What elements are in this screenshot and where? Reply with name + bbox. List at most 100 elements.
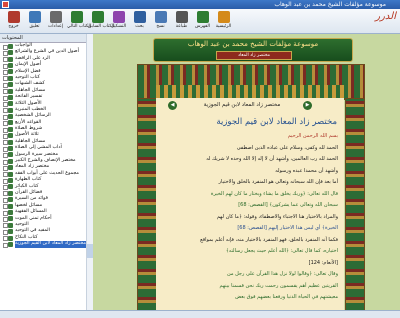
book-icon	[8, 101, 13, 107]
banner-title: موسوعة مؤلفات الشيخ محمد بن عبد الوهاب	[187, 40, 319, 48]
diacritics-icon	[112, 11, 125, 23]
app-logo: الدرر	[375, 11, 396, 22]
text-line: الحمد لله رب العالمين، وأشهد أن لا إله إ…	[206, 156, 338, 162]
text-line: القريتين عظيم أهم يقسمون رحمت ربك نحن قس…	[219, 282, 339, 289]
book-icon	[8, 62, 13, 68]
toc-scrollbar[interactable]	[86, 34, 93, 310]
index-icon	[196, 11, 209, 23]
book-icon	[8, 75, 13, 81]
print-button[interactable]: طباعة	[172, 10, 191, 32]
index-button[interactable]: الفهرس	[193, 10, 212, 32]
text-line: سبحان الله وتعالى عما يشركون﴾ [القصص: 68…	[238, 202, 338, 208]
text-line: قال الله تعالى: ﴿وربك يخلق ما يشاء ويختا…	[210, 190, 338, 197]
text-line: وأشهد أن محمدا عبده ورسوله	[275, 167, 338, 174]
book-icon	[8, 82, 13, 88]
toolbar-button-label: نسخ	[156, 24, 165, 29]
next-page-button[interactable]: ◀	[168, 101, 177, 110]
banner-subtitle: مختصر زاد المعاد	[216, 51, 292, 60]
book-icon	[8, 133, 13, 139]
text-line: اختياره، كما قال تعالى: ﴿الله أعلم حيث ي…	[225, 248, 338, 254]
text-line: الخيرة﴾ أي ليس هذا الاختيار إليهم [القصص…	[237, 225, 338, 231]
decorative-pillar-right	[345, 98, 365, 310]
book-icon	[8, 229, 13, 235]
settings-icon	[49, 11, 62, 23]
book-icon	[8, 216, 13, 222]
toolbar-button-label: تعليق	[29, 24, 40, 29]
toc-header: المحتويات	[0, 34, 92, 43]
book-icon	[8, 120, 13, 126]
book-icon	[8, 43, 13, 49]
text-line: أما بعد فإن الله سبحانه وتعالى هو المنفر…	[218, 179, 338, 185]
book-page: ◀ مختصر زاد المعاد لابن قيم الجوزية ▶ مخ…	[156, 98, 344, 310]
close-icon[interactable]	[2, 1, 9, 8]
nav-title: مختصر زاد المعاد لابن قيم الجوزية	[203, 102, 281, 108]
search-icon	[133, 11, 146, 23]
window-title: موسوعة مؤلفات الشيخ محمد بن عبد الوهاب	[274, 1, 386, 8]
toc-item-label: مختصر زاد المعاد لابن القيم الجوزية	[15, 241, 86, 248]
book-icon	[8, 69, 13, 75]
toolbar-button-label: الفهرس	[195, 24, 210, 29]
book-icon	[8, 88, 13, 94]
content-pane: موسوعة مؤلفات الشيخ محمد بن عبد الوهاب م…	[93, 34, 400, 310]
book-icon	[8, 178, 13, 183]
book-icon	[8, 241, 13, 247]
book-icon	[8, 56, 13, 62]
next-book-icon	[70, 11, 83, 23]
text-line: والمراد بالاختيار هنا الاجتباء والاصطفاء…	[216, 213, 338, 220]
book-icon	[8, 203, 13, 209]
book-icon	[8, 107, 13, 113]
toolbar-button-label: الرئيسية	[215, 24, 232, 29]
book-icon	[8, 50, 13, 56]
book-icon	[8, 184, 13, 190]
copy-button[interactable]: نسخ	[151, 10, 170, 32]
book-icon	[8, 152, 13, 158]
toolbar-button-label: بحث	[135, 24, 144, 29]
toolbar: خروج تعليق إعدادات الكتاب التالي الكتاب السا…	[0, 9, 400, 34]
toolbar-button-label: إعدادات	[47, 24, 64, 29]
book-icon	[8, 197, 13, 203]
home-button[interactable]: الرئيسية	[214, 10, 233, 32]
text-line: وقال تعالى: ﴿وقالوا لولا نزل هذا القرآن …	[227, 271, 338, 277]
home-icon	[217, 11, 230, 23]
print-icon	[175, 11, 188, 23]
text-line: الحمد لله وكفى، وسلام على عباده الذين اص…	[236, 144, 338, 151]
prev-book-icon	[91, 11, 104, 23]
book-icon	[8, 165, 13, 171]
exit-button[interactable]: خروج	[4, 10, 23, 32]
title-bar: موسوعة مؤلفات الشيخ محمد بن عبد الوهاب	[0, 0, 400, 9]
prev-page-button[interactable]: ▶	[303, 101, 312, 110]
book-icon	[8, 94, 13, 100]
toolbar-button-label: الكتاب التالي	[67, 24, 91, 29]
toc-list: الواجبات أصول الدين في الشرع والشرائع الرد…	[0, 43, 92, 248]
text-line: [الأنعام: 124]	[308, 259, 338, 266]
prev-book-button[interactable]: الكتاب السابق	[88, 10, 115, 32]
book-icon	[8, 171, 13, 177]
book-icon	[8, 222, 13, 228]
header-banner: موسوعة مؤلفات الشيخ محمد بن عبد الوهاب م…	[153, 38, 353, 62]
copy-icon	[154, 11, 167, 23]
book-icon	[8, 126, 13, 132]
toc-item[interactable]: مختصر زاد المعاد لابن القيم الجوزية	[0, 241, 92, 248]
text-line: معيشتهم في الحياة الدنيا ورفعنا بعضهم فو…	[235, 294, 338, 300]
diacritics-button[interactable]: التشكيل	[109, 10, 128, 32]
decorative-arch	[137, 64, 365, 100]
toolbar-button-label: طباعة	[175, 24, 188, 29]
next-book-button[interactable]: الكتاب التالي	[67, 10, 91, 32]
book-title: مختصر زاد المعاد لابن قيم الجوزية	[216, 117, 337, 127]
page-nav: ◀ مختصر زاد المعاد لابن قيم الجوزية ▶	[156, 100, 344, 112]
book-icon	[8, 235, 13, 241]
comment-button[interactable]: تعليق	[25, 10, 44, 32]
text-line: بسم الله الرحمن الرحيم	[287, 133, 338, 139]
book-icon	[8, 139, 13, 145]
exit-icon	[7, 11, 20, 23]
settings-button[interactable]: إعدادات	[46, 10, 65, 32]
toolbar-button-label: التشكيل	[110, 24, 127, 29]
book-icon	[8, 209, 13, 215]
book-icon	[8, 158, 13, 164]
search-button[interactable]: بحث	[130, 10, 149, 32]
book-icon	[8, 146, 13, 152]
toolbar-button-label: خروج	[8, 24, 19, 29]
text-line: فكما أنه المنفرد بالخلق، فهو المنفرد بال…	[200, 236, 338, 243]
decorative-pillar-left	[137, 98, 157, 310]
book-icon	[8, 114, 13, 120]
